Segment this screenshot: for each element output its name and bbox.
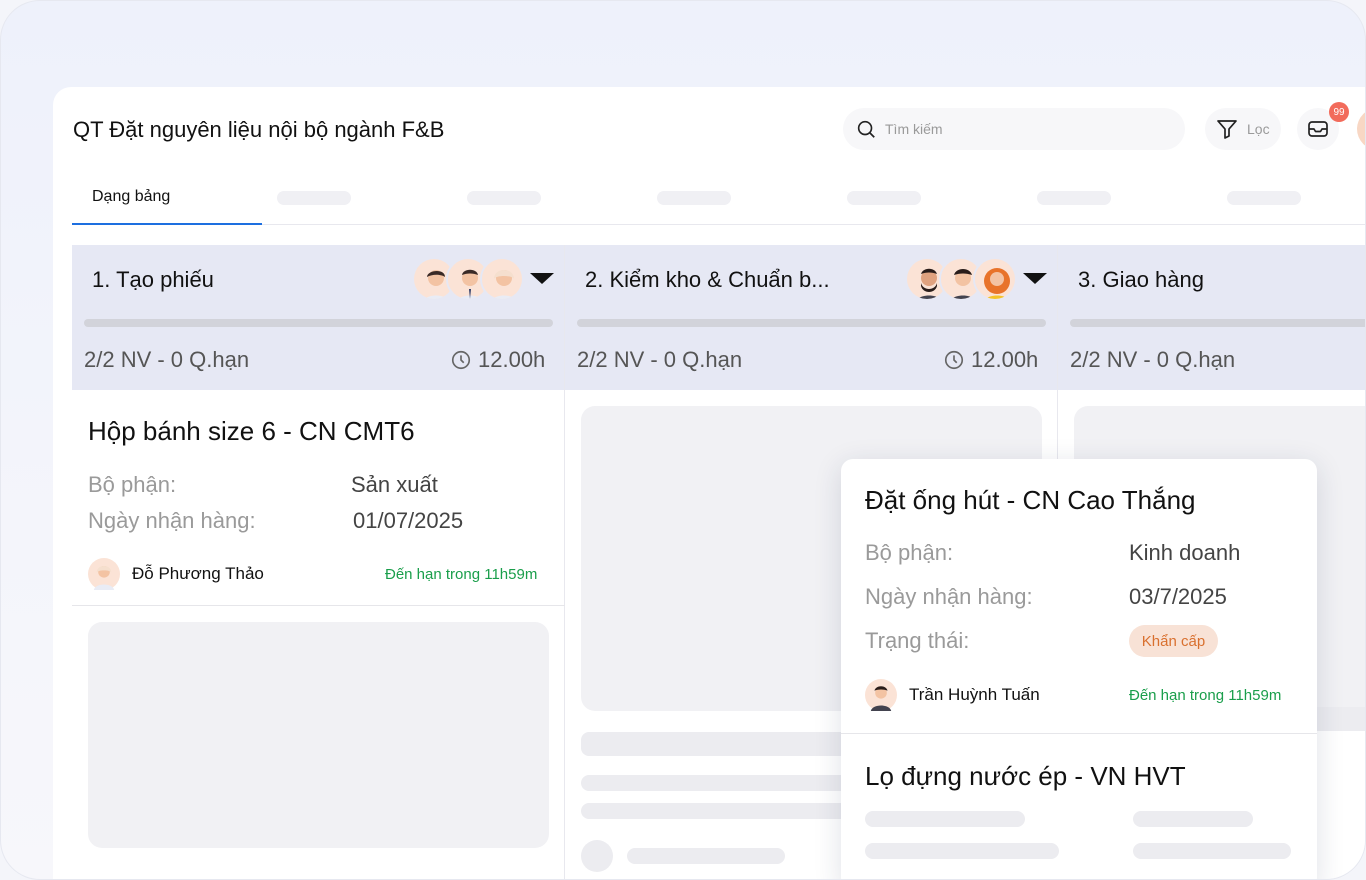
column-header: 2. Kiểm kho & Chuẩn b... 2/2 NV - 0 Q.hạ… (565, 245, 1057, 390)
assignee-avatars[interactable] (905, 257, 1017, 301)
text-placeholder (1133, 843, 1291, 859)
chevron-down-icon[interactable] (530, 273, 554, 284)
progress-bar (84, 319, 553, 327)
dept-label: Bộ phận: (865, 540, 954, 565)
column-time: 12.00h (943, 347, 1038, 373)
assignee-name: Trần Huỳnh Tuấn (909, 685, 1040, 704)
assignee-name: Đỗ Phương Thảo (132, 564, 264, 583)
dragged-task-card[interactable]: Đặt ống hút - CN Cao Thắng Bộ phận: Kinh… (841, 459, 1317, 879)
text-placeholder (627, 848, 785, 864)
card-title: Hộp bánh size 6 - CN CMT6 (88, 416, 415, 446)
tab-placeholder[interactable] (847, 191, 921, 205)
task-card[interactable]: Hộp bánh size 6 - CN CMT6 Bộ phận: Sản x… (72, 390, 565, 606)
filter-label: Lọc (1247, 121, 1270, 137)
avatar-placeholder (581, 840, 613, 872)
dept-value: Sản xuất (351, 472, 438, 497)
progress-bar (577, 319, 1046, 327)
date-value: 01/07/2025 (353, 508, 464, 533)
user-avatar[interactable] (1357, 108, 1365, 150)
assignee-avatars[interactable] (412, 257, 524, 301)
tab-placeholder[interactable] (657, 191, 731, 205)
column-title: 3. Giao hàng (1078, 267, 1204, 292)
text-placeholder (865, 843, 1059, 859)
card-title: Đặt ống hút - CN Cao Thắng (865, 485, 1196, 515)
card-placeholder (88, 622, 549, 848)
date-label: Ngày nhận hàng: (865, 584, 1033, 609)
filter-button[interactable]: Lọc (1205, 108, 1281, 150)
tab-placeholder[interactable] (1227, 191, 1301, 205)
dept-value: Kinh doanh (1129, 540, 1241, 565)
date-label: Ngày nhận hàng: (88, 508, 256, 533)
notification-badge: 99 (1329, 102, 1349, 122)
search-box[interactable] (843, 108, 1185, 150)
avatar (480, 257, 524, 301)
page-title: QT Đặt nguyên liệu nội bộ ngành F&B (73, 117, 445, 142)
filter-icon (1217, 120, 1237, 139)
text-placeholder (865, 811, 1025, 827)
column-header: 3. Giao hàng 2/2 NV - 0 Q.hạn (1058, 245, 1365, 390)
avatar (973, 257, 1017, 301)
status-badge: Khẩn cấp (1129, 625, 1218, 657)
time-value: 12.00h (971, 347, 1039, 372)
column-header: 1. Tạo phiếu 2/2 NV - 0 Q.hạn 12.00h (72, 245, 564, 390)
avatar (865, 679, 897, 711)
column-title: 2. Kiểm kho & Chuẩn b... (585, 267, 830, 292)
column-stats: 2/2 NV - 0 Q.hạn (1070, 347, 1236, 372)
date-value: 03/7/2025 (1129, 584, 1227, 609)
clock-icon (451, 350, 471, 370)
text-placeholder (581, 732, 871, 756)
dept-label: Bộ phận: (88, 472, 177, 497)
window-frame: QT Đặt nguyên liệu nội bộ ngành F&B Lọc … (0, 0, 1366, 880)
tab-placeholder[interactable] (1037, 191, 1111, 205)
assignee: Trần Huỳnh Tuấn (865, 679, 1040, 711)
column-stats: 2/2 NV - 0 Q.hạn (577, 347, 743, 372)
chevron-down-icon[interactable] (1023, 273, 1047, 284)
clock-icon (944, 350, 964, 370)
search-input[interactable] (885, 121, 1145, 137)
column-time: 12.00h (450, 347, 545, 373)
progress-bar (1070, 319, 1365, 327)
inbox-icon (1308, 121, 1328, 137)
due-status: Đến hạn trong 11h59m (1129, 687, 1282, 704)
divider (841, 733, 1317, 734)
text-placeholder (581, 803, 871, 819)
column-stats: 2/2 NV - 0 Q.hạn (84, 347, 250, 372)
text-placeholder (1133, 811, 1253, 827)
column-title: 1. Tạo phiếu (92, 267, 214, 292)
tab-table-view[interactable]: Dạng bảng (72, 175, 262, 225)
status-label: Trạng thái: (865, 628, 970, 653)
assignee: Đỗ Phương Thảo (88, 558, 264, 590)
column-create-ticket: 1. Tạo phiếu 2/2 NV - 0 Q.hạn 12.00h Hộp… (72, 245, 565, 879)
due-status: Đến hạn trong 11h59m (385, 566, 538, 583)
text-placeholder (581, 775, 871, 791)
search-icon (857, 120, 875, 138)
tab-placeholder[interactable] (467, 191, 541, 205)
card-title: Lọ đựng nước ép - VN HVT (865, 761, 1186, 791)
time-value: 12.00h (478, 347, 546, 372)
view-tabs: Dạng bảng (72, 175, 1365, 225)
avatar (88, 558, 120, 590)
tab-placeholder[interactable] (277, 191, 351, 205)
